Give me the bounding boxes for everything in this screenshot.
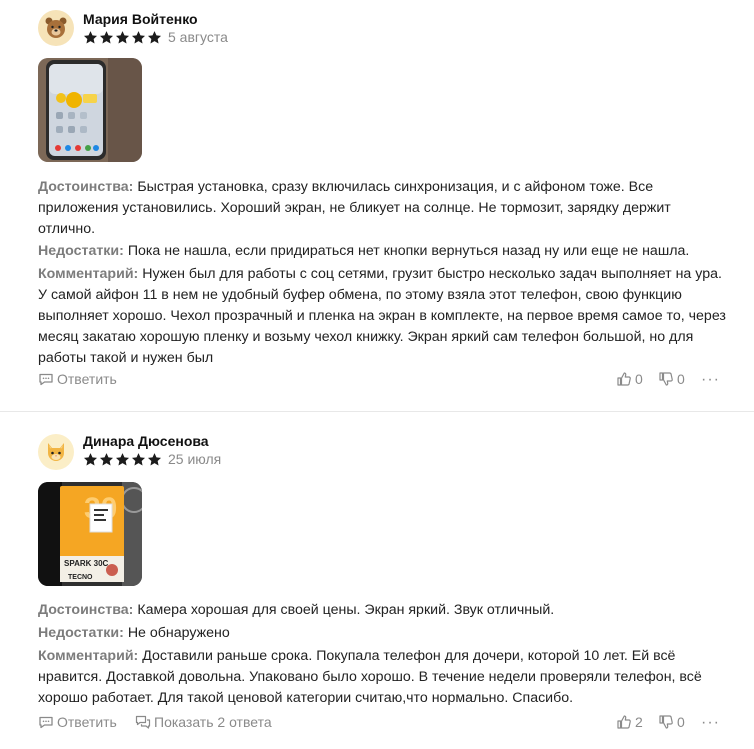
star-icon: [147, 30, 162, 43]
comment-text-line: У самой айфон 11 в нем не удобный буфер …: [38, 287, 682, 303]
review-photo[interactable]: [38, 58, 142, 162]
comment-text-line: Доставили раньше срока. Покупала телефон…: [142, 648, 676, 664]
advantages-label: Достоинства:: [38, 602, 134, 618]
reply-label: Ответить: [57, 714, 117, 730]
comment-text-line: работы такой и нужен был: [38, 350, 214, 366]
more-icon: ···: [701, 371, 720, 388]
thumbs-down-icon: [659, 372, 673, 386]
comment-text-line: выполняет хорошо. Чехол прозрачный и пле…: [38, 308, 726, 324]
more-options-button[interactable]: ···: [701, 714, 720, 732]
likes-count: 0: [635, 371, 643, 387]
review-photo[interactable]: 30 SPARK 30C TECNO: [38, 482, 142, 586]
star-icon: [131, 452, 146, 465]
disadvantages-block: Недостатки: Не обнаружено: [38, 623, 728, 644]
review-actions: Ответить 0 0 ···: [38, 371, 720, 393]
advantages-label: Достоинства:: [38, 179, 134, 195]
svg-text:TECNO: TECNO: [68, 574, 93, 581]
avatar[interactable]: [38, 434, 74, 470]
star-icon: [99, 452, 114, 465]
comment-label: Комментарий:: [38, 266, 139, 282]
comment-text-line: Нужен был для работы с соц сетями, грузи…: [142, 266, 722, 282]
dislike-button[interactable]: 0: [658, 371, 685, 387]
advantages-text-line: Быстрая установка, сразу включилась синх…: [137, 179, 654, 195]
dislikes-count: 0: [677, 371, 685, 387]
star-icon: [131, 30, 146, 43]
review-date: 5 августа: [168, 29, 228, 45]
author-name[interactable]: Мария Войтенко: [83, 11, 198, 27]
like-button[interactable]: 0: [616, 371, 643, 387]
show-replies-label: Показать 2 ответа: [154, 714, 272, 730]
comment-text-line: хорошо работает. Для такой ценовой катег…: [38, 690, 574, 706]
cat-avatar-icon: [48, 443, 64, 461]
advantages-block: Достоинства: Быстрая установка, сразу вк…: [38, 177, 728, 240]
comment-text-line: месяц закатаю хорошую пленку и возьму че…: [38, 329, 694, 345]
comment-icon: [39, 716, 53, 729]
star-icon: [83, 452, 98, 465]
more-options-button[interactable]: ···: [701, 371, 720, 389]
thumbs-down-icon: [659, 715, 673, 729]
advantages-text-line: приложения установились. Хороший экран, …: [38, 200, 671, 216]
review-card: Динара Дюсенова 25 июля 30 SPARK 30C TEC…: [0, 412, 754, 749]
comment-icon: [39, 373, 53, 386]
more-icon: ···: [701, 714, 720, 731]
disadvantages-block: Недостатки: Пока не нашла, если придират…: [38, 241, 728, 262]
likes-count: 2: [635, 714, 643, 730]
star-icon: [83, 30, 98, 43]
rating-stars: 5 августа: [83, 29, 228, 45]
star-icon: [115, 30, 130, 43]
author-name[interactable]: Динара Дюсенова: [83, 433, 209, 449]
thumbs-up-icon: [617, 372, 631, 386]
like-button[interactable]: 2: [616, 714, 643, 730]
phone-photo-image: [38, 58, 142, 162]
phone-box-photo-image: 30 SPARK 30C TECNO: [38, 482, 142, 586]
advantages-text-line: отлично.: [38, 221, 96, 237]
thumbs-up-icon: [617, 715, 631, 729]
disadvantages-text: Пока не нашла, если придираться нет кноп…: [127, 243, 690, 259]
disadvantages-label: Недостатки:: [38, 243, 124, 259]
review-actions: Ответить Показать 2 ответа 2 0 ···: [38, 714, 720, 736]
disadvantages-text: Не обнаружено: [127, 625, 230, 641]
star-icon: [147, 452, 162, 465]
reply-button[interactable]: Ответить: [38, 714, 117, 730]
dislikes-count: 0: [677, 714, 685, 730]
comment-block: Комментарий: Нужен был для работы с соц …: [38, 264, 728, 369]
replies-icon: [135, 715, 151, 729]
comment-text-line: нравится. Доставкой довольна. Упаковано …: [38, 669, 702, 685]
disadvantages-label: Недостатки:: [38, 625, 124, 641]
advantages-block: Достоинства: Камера хорошая для своей це…: [38, 600, 728, 621]
comment-block: Комментарий: Доставили раньше срока. Пок…: [38, 646, 728, 709]
avatar[interactable]: [38, 10, 74, 46]
star-icon: [99, 30, 114, 43]
show-replies-button[interactable]: Показать 2 ответа: [135, 714, 272, 730]
bear-avatar-icon: [45, 17, 67, 38]
reply-button[interactable]: Ответить: [38, 371, 117, 387]
review-card: Мария Войтенко 5 августа Достоинства: Бы…: [0, 0, 754, 412]
review-date: 25 июля: [168, 451, 222, 467]
reply-label: Ответить: [57, 371, 117, 387]
comment-label: Комментарий:: [38, 648, 139, 664]
advantages-text: Камера хорошая для своей цены. Экран ярк…: [137, 602, 555, 618]
rating-stars: 25 июля: [83, 451, 221, 467]
star-icon: [115, 452, 130, 465]
dislike-button[interactable]: 0: [658, 714, 685, 730]
svg-text:SPARK 30C: SPARK 30C: [64, 559, 109, 568]
